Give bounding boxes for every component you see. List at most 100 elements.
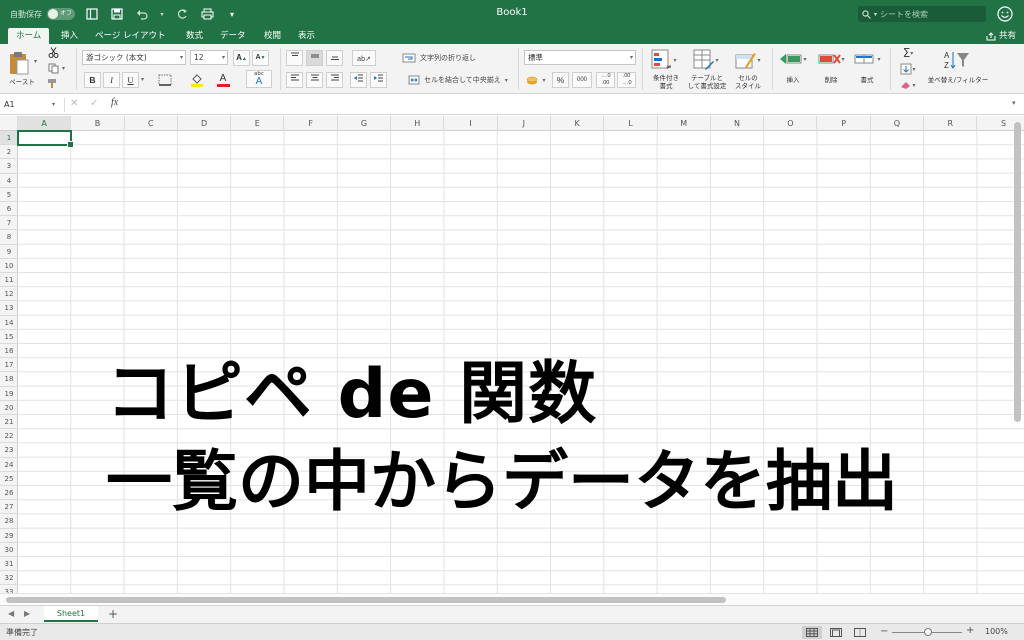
zoom-slider-thumb[interactable] [924, 628, 932, 636]
zoom-out-icon[interactable]: − [880, 626, 888, 638]
fill-color-icon[interactable] [187, 72, 207, 88]
format-painter-icon[interactable] [46, 77, 60, 89]
cancel-entry-icon[interactable]: ✕ [70, 98, 78, 109]
align-top-icon[interactable] [286, 50, 303, 66]
decrease-decimal-icon[interactable]: .00 →.0 [617, 72, 636, 88]
column-header-p[interactable]: P [818, 116, 871, 131]
paste-button[interactable] [6, 48, 32, 78]
row-header-12[interactable]: 12 [0, 287, 18, 302]
row-header-7[interactable]: 7 [0, 216, 18, 231]
autosum-icon[interactable]: Σ ▾ [898, 46, 918, 60]
add-sheet-icon[interactable]: + [108, 607, 118, 621]
row-header-18[interactable]: 18 [0, 372, 18, 387]
column-header-q[interactable]: Q [871, 116, 925, 131]
column-header-m[interactable]: M [658, 116, 711, 131]
increase-font-size-icon[interactable]: A▲ [233, 50, 250, 66]
column-header-c[interactable]: C [125, 116, 178, 131]
column-header-l[interactable]: L [604, 116, 658, 131]
align-center-icon[interactable] [306, 72, 323, 88]
tab-review[interactable]: 校閲 [256, 28, 289, 44]
row-header-17[interactable]: 17 [0, 358, 18, 373]
row-header-1[interactable]: 1 [0, 131, 18, 146]
wrap-text-button[interactable]: 文字列の折り返し [402, 52, 476, 64]
confirm-entry-icon[interactable]: ✓ [90, 98, 98, 109]
row-header-13[interactable]: 13 [0, 301, 18, 316]
expand-formula-bar-icon[interactable]: ▾ [1012, 99, 1016, 107]
row-header-4[interactable]: 4 [0, 174, 18, 188]
horizontal-scrollbar[interactable] [6, 597, 726, 603]
tab-formulas[interactable]: 数式 [178, 28, 211, 44]
feedback-smiley-icon[interactable] [996, 5, 1014, 23]
text-orientation-icon[interactable]: ab↗ [352, 50, 376, 66]
normal-view-icon[interactable] [802, 626, 822, 639]
cut-icon[interactable] [46, 46, 60, 58]
active-cell-a1[interactable] [17, 130, 75, 149]
row-header-28[interactable]: 28 [0, 514, 18, 529]
italic-button[interactable]: I [103, 72, 120, 88]
number-format-select[interactable]: 標準 ▾ [524, 50, 636, 65]
row-header-2[interactable]: 2 [0, 145, 18, 160]
row-header-31[interactable]: 31 [0, 557, 18, 572]
align-middle-icon[interactable] [306, 50, 323, 66]
column-header-j[interactable]: J [498, 116, 551, 131]
sheet-tab-sheet1[interactable]: Sheet1 [44, 606, 98, 622]
phonetic-guide-icon[interactable]: abc A [246, 70, 272, 88]
row-header-23[interactable]: 23 [0, 443, 18, 458]
row-header-10[interactable]: 10 [0, 259, 18, 273]
zoom-level[interactable]: 100% [985, 627, 1008, 636]
column-header-f[interactable]: F [285, 116, 338, 131]
decrease-indent-icon[interactable] [350, 72, 367, 88]
decrease-font-size-icon[interactable]: A▼ [252, 50, 269, 66]
font-size-select[interactable]: 12 ▾ [190, 50, 228, 65]
column-header-h[interactable]: H [391, 116, 445, 131]
page-break-view-icon[interactable] [850, 626, 870, 639]
font-color-icon[interactable]: A [213, 72, 233, 88]
tab-page-layout[interactable]: ページ レイアウト [87, 28, 174, 44]
prev-sheet-icon[interactable]: ◀ [8, 609, 14, 618]
page-layout-view-icon[interactable] [826, 626, 846, 639]
cell-styles-button[interactable]: ▾ [734, 48, 762, 72]
format-as-table-button[interactable]: ▾ [692, 48, 720, 72]
formula-input[interactable] [130, 97, 1010, 113]
row-header-33[interactable]: 33 [0, 585, 18, 593]
row-header-15[interactable]: 15 [0, 330, 18, 344]
copy-icon[interactable] [46, 62, 60, 74]
row-header-19[interactable]: 19 [0, 387, 18, 401]
column-header-o[interactable]: O [764, 116, 818, 131]
row-header-27[interactable]: 27 [0, 500, 18, 515]
row-header-24[interactable]: 24 [0, 458, 18, 472]
merge-center-button[interactable]: セルを結合して中央揃え ▾ [408, 74, 508, 86]
row-header-5[interactable]: 5 [0, 188, 18, 202]
row-header-32[interactable]: 32 [0, 571, 18, 586]
paste-dropdown-icon[interactable]: ▾ [34, 58, 37, 65]
row-header-8[interactable]: 8 [0, 230, 18, 245]
row-header-9[interactable]: 9 [0, 245, 18, 259]
align-bottom-icon[interactable] [326, 50, 343, 66]
row-header-20[interactable]: 20 [0, 401, 18, 415]
percent-style-button[interactable]: % [552, 72, 569, 88]
row-header-30[interactable]: 30 [0, 543, 18, 557]
column-header-a[interactable]: A [18, 116, 72, 131]
column-header-n[interactable]: N [711, 116, 765, 131]
next-sheet-icon[interactable]: ▶ [24, 609, 30, 618]
vertical-scrollbar[interactable] [1014, 122, 1021, 422]
column-header-b[interactable]: B [71, 116, 125, 131]
row-header-16[interactable]: 16 [0, 344, 18, 359]
tab-data[interactable]: データ [212, 28, 254, 44]
row-header-26[interactable]: 26 [0, 486, 18, 501]
sheet-search-input[interactable]: ▾ シートを検索 [858, 6, 986, 22]
row-header-22[interactable]: 22 [0, 429, 18, 444]
accounting-format-icon[interactable]: ▾ [524, 72, 548, 88]
insert-cells-button[interactable]: ▾ [778, 50, 808, 68]
increase-decimal-icon[interactable]: ←.0.00 [596, 72, 615, 88]
insert-function-icon[interactable]: fx [111, 97, 118, 108]
clear-icon[interactable]: ▾ [898, 78, 918, 92]
delete-cells-button[interactable]: ▾ [816, 50, 846, 68]
row-header-3[interactable]: 3 [0, 159, 18, 174]
name-box[interactable]: A1 ▾ [4, 98, 60, 112]
bold-button[interactable]: B [84, 72, 101, 88]
font-name-select[interactable]: 游ゴシック (本文) ▾ [82, 50, 186, 65]
underline-button[interactable]: U [122, 72, 139, 88]
column-header-r[interactable]: R [924, 116, 978, 131]
zoom-in-icon[interactable]: + [966, 625, 974, 637]
